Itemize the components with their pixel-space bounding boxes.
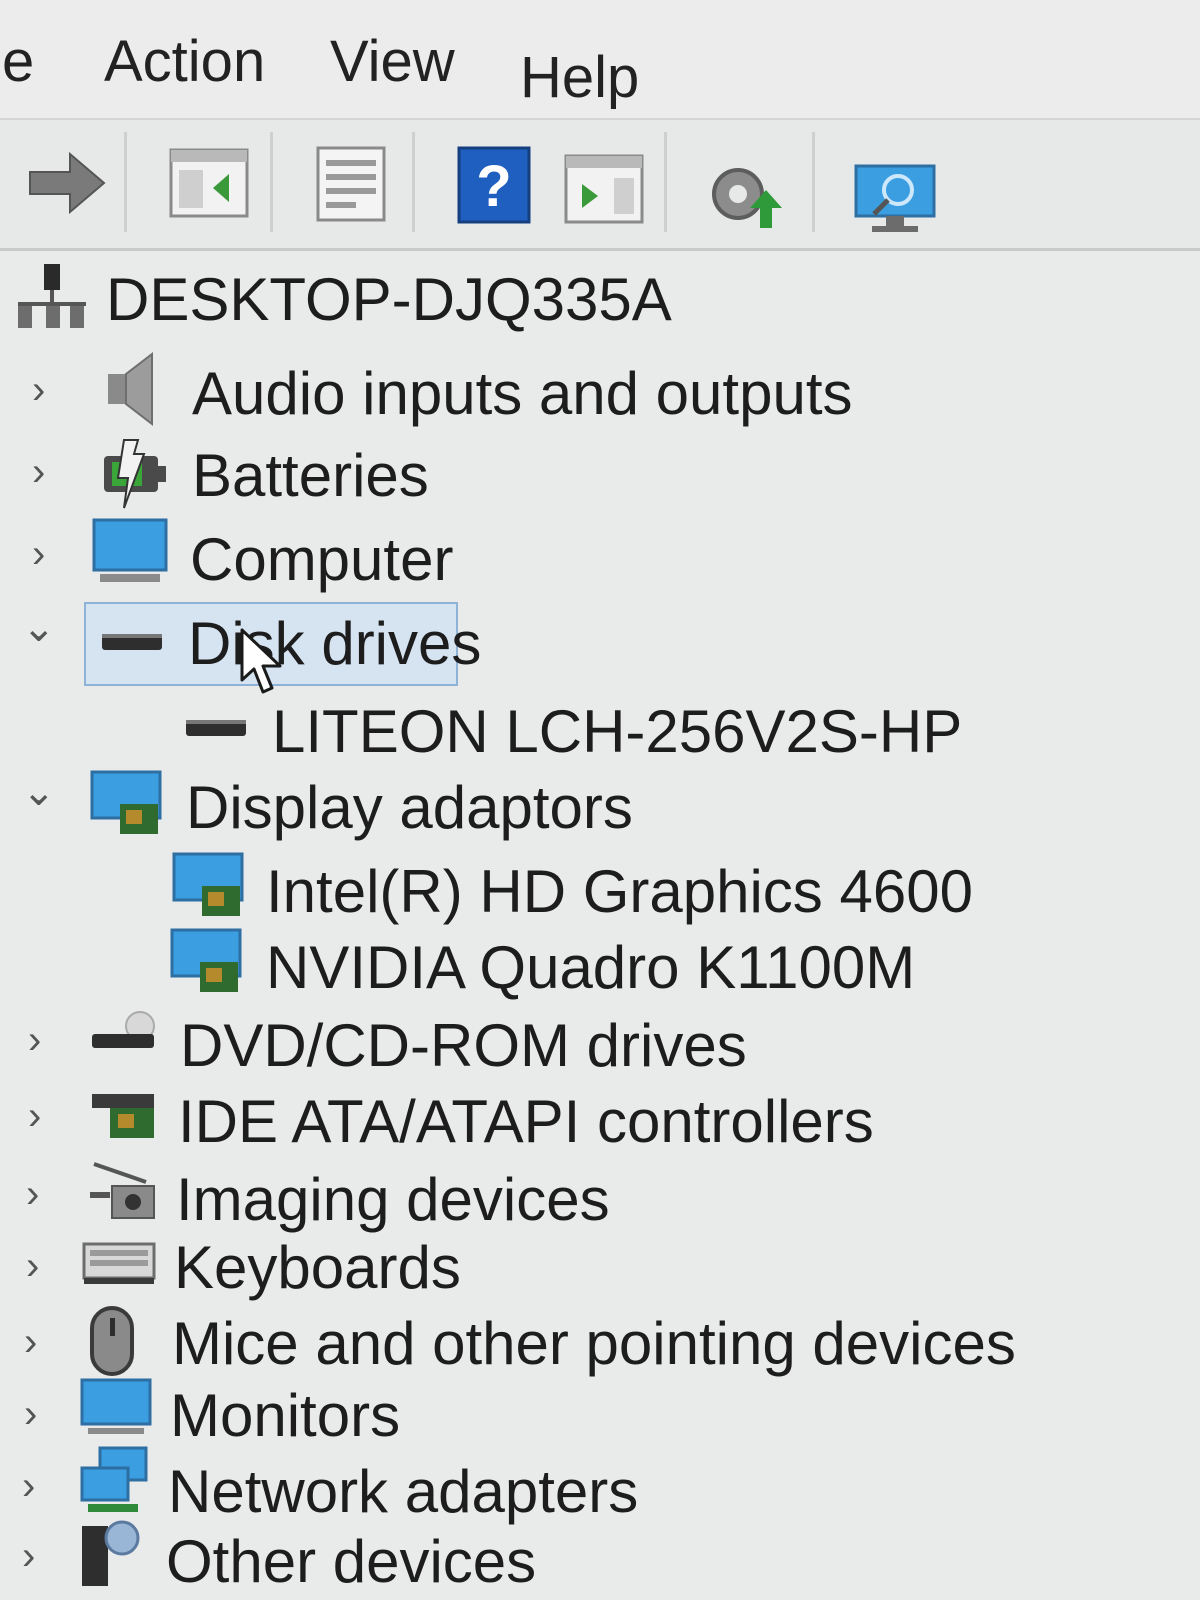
- scan-hardware-changes-button[interactable]: [852, 160, 942, 250]
- show-hide-console-tree-button[interactable]: [165, 138, 255, 228]
- tree-item-label: Monitors: [170, 1382, 401, 1449]
- device-tree: DESKTOP-DJQ335A › Audio inputs and outpu…: [0, 250, 1200, 1600]
- tree-item-label: Computer: [190, 526, 454, 593]
- menu-help[interactable]: Help: [520, 44, 639, 111]
- scan-hardware-changes-icon: [854, 164, 936, 232]
- toolbar-separator: [124, 132, 127, 232]
- properties-icon: [316, 146, 386, 222]
- tree-item-label: LITEON LCH-256V2S-HP: [272, 698, 963, 765]
- expander-collapsed-icon[interactable]: ›: [22, 1466, 62, 1506]
- tree-item-label: NVIDIA Quadro K1100M: [266, 934, 916, 1001]
- disk-drive-icon: [186, 720, 246, 736]
- battery-icon: [104, 439, 166, 509]
- expander-collapsed-icon[interactable]: ›: [28, 1020, 68, 1060]
- mouse-icon: [90, 1306, 134, 1376]
- unknown-device-icon: [82, 1520, 140, 1586]
- display-adapter-icon: [90, 770, 162, 834]
- tree-item-label: Intel(R) HD Graphics 4600: [266, 858, 973, 925]
- menu-file[interactable]: e: [2, 28, 34, 95]
- tree-item-label: Batteries: [192, 442, 429, 509]
- expander-collapsed-icon[interactable]: ›: [22, 1536, 62, 1576]
- computer-icon: [92, 518, 168, 582]
- optical-drive-icon: [92, 1011, 155, 1048]
- tree-item-label: Network adapters: [168, 1458, 639, 1525]
- show-action-pane-icon: [564, 154, 644, 224]
- help-button[interactable]: ?: [455, 144, 545, 234]
- expander-collapsed-icon[interactable]: ›: [24, 1322, 64, 1362]
- computer-root-icon: [18, 264, 86, 328]
- display-adapter-icon: [170, 928, 242, 992]
- expander-expanded-icon[interactable]: ⌄: [22, 608, 62, 648]
- forward-button[interactable]: [22, 138, 112, 228]
- show-hide-console-tree-icon: [169, 148, 249, 218]
- toolbar-separator: [664, 132, 667, 232]
- toolbar-separator: [270, 132, 273, 232]
- display-adapter-icon: [172, 852, 244, 916]
- tree-item-label: Display adaptors: [186, 774, 633, 841]
- camera-icon: [90, 1162, 155, 1219]
- tree-item-label: Imaging devices: [176, 1166, 610, 1233]
- expander-collapsed-icon[interactable]: ›: [32, 452, 72, 492]
- tree-item-label: Mice and other pointing devices: [172, 1310, 1016, 1377]
- tree-item-label: IDE ATA/ATAPI controllers: [178, 1088, 874, 1155]
- mouse-pointer-icon: [240, 628, 282, 694]
- tree-item-label: Other devices: [166, 1528, 537, 1595]
- ide-controller-icon: [92, 1094, 154, 1138]
- network-adapter-icon: [80, 1446, 148, 1512]
- monitor-icon: [80, 1378, 152, 1434]
- properties-button[interactable]: [308, 138, 398, 228]
- speaker-icon: [108, 351, 153, 427]
- keyboard-icon: [82, 1242, 156, 1284]
- expander-collapsed-icon[interactable]: ›: [24, 1394, 64, 1434]
- menu-view[interactable]: View: [330, 28, 455, 95]
- menu-bar: e Action View Help: [0, 0, 1200, 118]
- tree-item-label: Audio inputs and outputs: [192, 360, 853, 427]
- toolbar-separator: [812, 132, 815, 232]
- expander-collapsed-icon[interactable]: ›: [26, 1174, 66, 1214]
- expander-collapsed-icon[interactable]: ›: [32, 534, 72, 574]
- tree-root-label: DESKTOP-DJQ335A: [106, 266, 672, 333]
- disk-drive-icon: [102, 634, 162, 650]
- tree-item-label: Disk drives: [188, 610, 482, 677]
- tree-item-label: Keyboards: [174, 1234, 461, 1301]
- expander-collapsed-icon[interactable]: ›: [28, 1096, 68, 1136]
- help-icon: ?: [457, 146, 531, 224]
- menu-action[interactable]: Action: [104, 28, 265, 95]
- show-action-pane-button[interactable]: [560, 148, 650, 238]
- update-driver-button[interactable]: [702, 150, 792, 240]
- expander-expanded-icon[interactable]: ⌄: [22, 772, 62, 812]
- expander-collapsed-icon[interactable]: ›: [32, 370, 72, 410]
- forward-arrow-icon: [29, 151, 106, 215]
- toolbar-separator: [412, 132, 415, 232]
- expander-collapsed-icon[interactable]: ›: [26, 1246, 66, 1286]
- toolbar: ?: [0, 118, 1200, 251]
- tree-item-label: DVD/CD-ROM drives: [180, 1012, 747, 1079]
- svg-text:?: ?: [476, 154, 511, 219]
- update-driver-icon: [712, 168, 782, 228]
